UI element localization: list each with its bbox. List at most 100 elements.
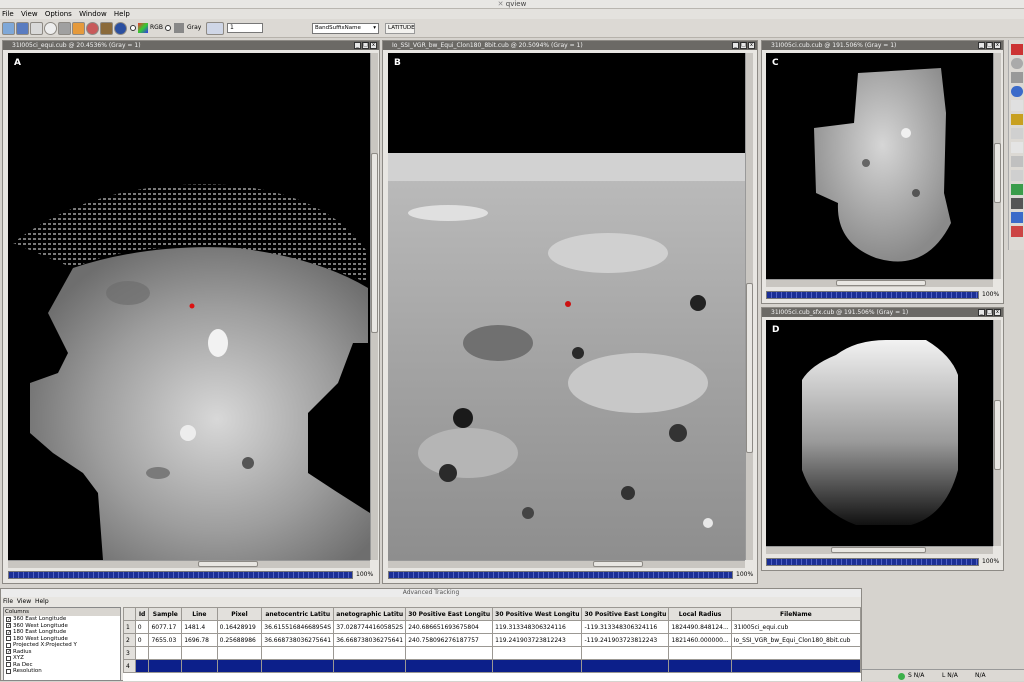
table-cell[interactable]: 1696.78: [181, 633, 218, 647]
maximize-icon[interactable]: □: [986, 309, 993, 316]
viewport-d[interactable]: 31I005ci.cub_sfx.cub @ 191.506% (Gray = …: [761, 307, 1004, 571]
blink-tool-icon[interactable]: [100, 22, 113, 35]
column-header[interactable]: FileName: [730, 607, 861, 621]
table-cell[interactable]: 1821460.000000...: [668, 633, 732, 647]
table-cell[interactable]: [216, 646, 263, 660]
table-cell[interactable]: [492, 646, 583, 660]
viewport-d-vscroll[interactable]: [993, 320, 1001, 546]
viewport-b-hscroll[interactable]: [388, 560, 745, 568]
column-header[interactable]: Id: [134, 607, 150, 621]
table-cell[interactable]: 0.16428919: [216, 620, 263, 634]
column-header[interactable]: Pixel: [216, 607, 263, 621]
link-icon[interactable]: [1011, 226, 1023, 237]
table-row[interactable]: 3: [123, 646, 861, 660]
viewport-a-vscroll-thumb[interactable]: [371, 153, 378, 333]
viewport-c[interactable]: 31I005ci.cub.cub @ 191.506% (Gray = 1) _ □…: [761, 40, 1004, 304]
measure-icon[interactable]: [1011, 114, 1023, 125]
viewport-c-hscroll-thumb[interactable]: [836, 280, 926, 286]
minimize-icon[interactable]: _: [732, 42, 739, 49]
tracking-menu-file[interactable]: File: [3, 598, 13, 605]
table-cell[interactable]: 0: [134, 620, 150, 634]
column-header[interactable]: anetocentric Latitu: [261, 607, 335, 621]
magnifier-icon[interactable]: [1011, 58, 1023, 69]
tracking-menu-help[interactable]: Help: [35, 598, 49, 605]
close-view-icon[interactable]: [44, 22, 57, 35]
table-cell[interactable]: [333, 659, 407, 673]
column-checkbox[interactable]: [6, 642, 11, 648]
stretch-icon[interactable]: [1011, 86, 1023, 97]
table-cell[interactable]: 31I005ci_equi.cub: [730, 620, 861, 634]
table-cell[interactable]: 240.758096276187757: [405, 633, 494, 647]
column-header[interactable]: Sample: [148, 607, 183, 621]
maximize-icon[interactable]: □: [362, 42, 369, 49]
table-cell[interactable]: 0.25688986: [216, 633, 263, 647]
table-cell[interactable]: [134, 646, 150, 660]
column-checkbox[interactable]: [6, 662, 11, 668]
rgb-radio[interactable]: [130, 25, 136, 31]
viewport-d-hscroll[interactable]: [766, 546, 993, 554]
table-cell[interactable]: 37.02877441605852S: [333, 620, 407, 634]
table-cell[interactable]: [261, 659, 335, 673]
column-header[interactable]: Line: [181, 607, 218, 621]
table-cell[interactable]: [181, 659, 218, 673]
table-cell[interactable]: [405, 659, 494, 673]
row-number[interactable]: 2: [123, 633, 136, 647]
close-icon[interactable]: x: [748, 42, 755, 49]
column-header[interactable]: 30 Positive East Longitu: [405, 607, 494, 621]
table-cell[interactable]: [730, 659, 861, 673]
menu-file[interactable]: File: [2, 10, 14, 18]
gray-radio[interactable]: [165, 25, 171, 31]
viewport-b-vscroll-thumb[interactable]: [746, 283, 753, 453]
maximize-icon[interactable]: □: [986, 42, 993, 49]
image-view-b[interactable]: B: [388, 53, 745, 560]
table-row[interactable]: 2 0 7655.03 1696.78 0.25688986 36.66873803627…: [123, 633, 861, 647]
minimize-icon[interactable]: _: [354, 42, 361, 49]
viewport-c-hscroll[interactable]: [766, 279, 993, 287]
viewport-c-vscroll-thumb[interactable]: [994, 143, 1001, 203]
viewport-a-hscroll[interactable]: [8, 560, 370, 568]
column-checkbox[interactable]: ✓: [6, 623, 11, 629]
table-cell[interactable]: [668, 646, 732, 660]
column-header[interactable]: 30 Positive West Longitu: [492, 607, 583, 621]
table-cell[interactable]: [181, 646, 218, 660]
table-cell[interactable]: [581, 646, 670, 660]
viewport-a-vscroll[interactable]: [370, 53, 378, 560]
minimize-icon[interactable]: _: [978, 309, 985, 316]
save-icon[interactable]: [16, 22, 29, 35]
table-cell[interactable]: 36.61551684668954S: [261, 620, 335, 634]
edit-icon[interactable]: [1011, 184, 1023, 195]
scatter-plot-icon[interactable]: [1011, 156, 1023, 167]
table-cell[interactable]: 119.313348306324116: [492, 620, 583, 634]
column-checkbox[interactable]: [6, 668, 11, 674]
pan-icon[interactable]: [1011, 72, 1023, 83]
close-icon[interactable]: x: [994, 309, 1001, 316]
table-cell[interactable]: Io_SSI_VGR_bw_Equi_Clon180_8bit.cub: [730, 633, 861, 647]
menu-options[interactable]: Options: [45, 10, 72, 18]
tracking-menu-view[interactable]: View: [17, 598, 31, 605]
spatial-plot-icon[interactable]: [1011, 142, 1023, 153]
maximize-icon[interactable]: □: [740, 42, 747, 49]
histogram-icon[interactable]: [1011, 198, 1023, 209]
close-icon[interactable]: x: [994, 42, 1001, 49]
column-option[interactable]: Resolution: [4, 668, 120, 675]
column-checkbox[interactable]: [6, 655, 11, 661]
table-cell[interactable]: [261, 646, 335, 660]
print-icon[interactable]: [30, 22, 43, 35]
table-cell[interactable]: -119.313348306324116: [581, 620, 670, 634]
viewport-b-hscroll-thumb[interactable]: [593, 561, 643, 567]
table-cell[interactable]: [333, 646, 407, 660]
viewport-a[interactable]: 31I005ci_equi.cub @ 20.4536% (Gray = 1) _…: [2, 40, 380, 584]
pan-tool-icon[interactable]: [72, 22, 85, 35]
band-select-icon[interactable]: [206, 22, 224, 35]
viewport-b[interactable]: Io_SSI_VGR_bw_Equi_Clon180_8bit.cub @ 20…: [382, 40, 758, 584]
viewport-d-vscroll-thumb[interactable]: [994, 400, 1001, 470]
column-header[interactable]: 30 Positive East Longitu: [581, 607, 670, 621]
table-cell[interactable]: [148, 646, 183, 660]
band-spinbox[interactable]: 1: [227, 23, 263, 33]
table-cell[interactable]: [581, 659, 670, 673]
table-cell[interactable]: [668, 659, 732, 673]
row-number[interactable]: 4: [123, 659, 136, 673]
viewport-a-hscroll-thumb[interactable]: [198, 561, 258, 567]
latitude-field[interactable]: LATITUDE: [385, 23, 415, 34]
image-view-a[interactable]: A: [8, 53, 370, 560]
